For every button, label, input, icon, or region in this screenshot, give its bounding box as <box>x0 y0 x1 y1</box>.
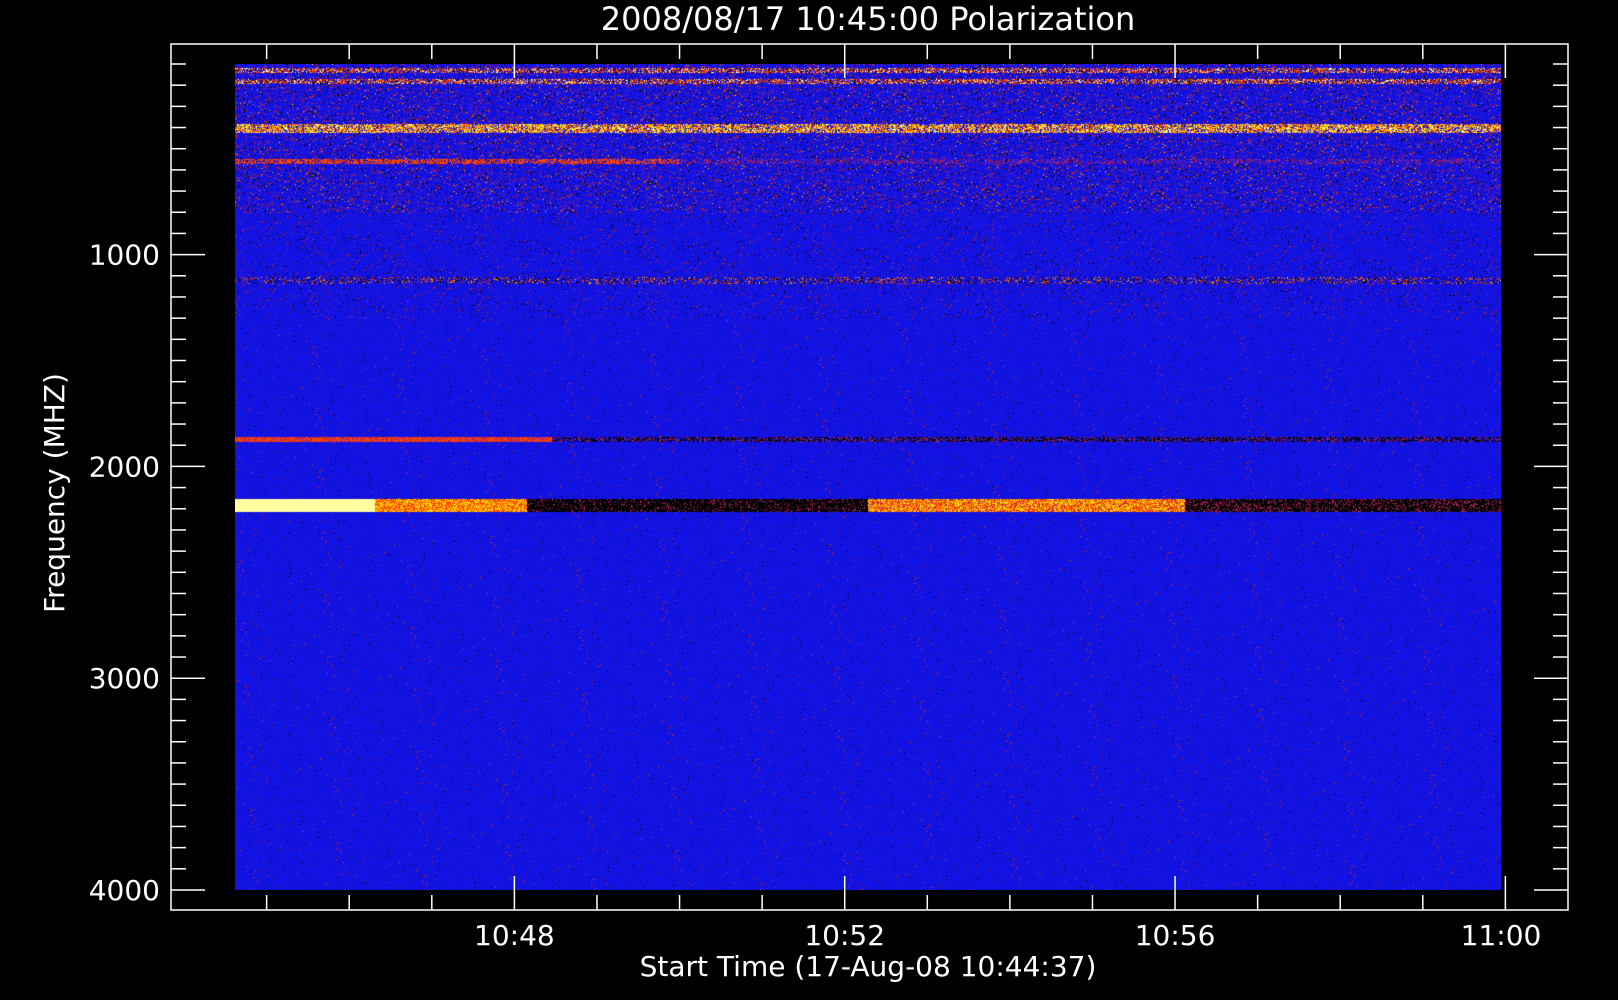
x-tick-label: 10:48 <box>474 919 555 952</box>
y-tick-label: 3000 <box>89 662 160 695</box>
spectrogram-chart: 2008/08/17 10:45:00 Polarization 1000 200… <box>0 0 1618 1000</box>
y-axis-label: Frequency (MHZ) <box>38 373 71 613</box>
spectrogram-image <box>235 64 1501 890</box>
y-tick-label: 1000 <box>89 239 160 272</box>
x-tick-label: 10:56 <box>1135 919 1216 952</box>
x-tick-label: 10:52 <box>804 919 885 952</box>
chart-title: 2008/08/17 10:45:00 Polarization <box>601 0 1135 38</box>
y-tick-label: 2000 <box>89 450 160 483</box>
x-tick-label: 11:00 <box>1461 919 1542 952</box>
y-tick-label: 4000 <box>89 874 160 907</box>
x-axis-label: Start Time (17-Aug-08 10:44:37) <box>640 950 1097 983</box>
